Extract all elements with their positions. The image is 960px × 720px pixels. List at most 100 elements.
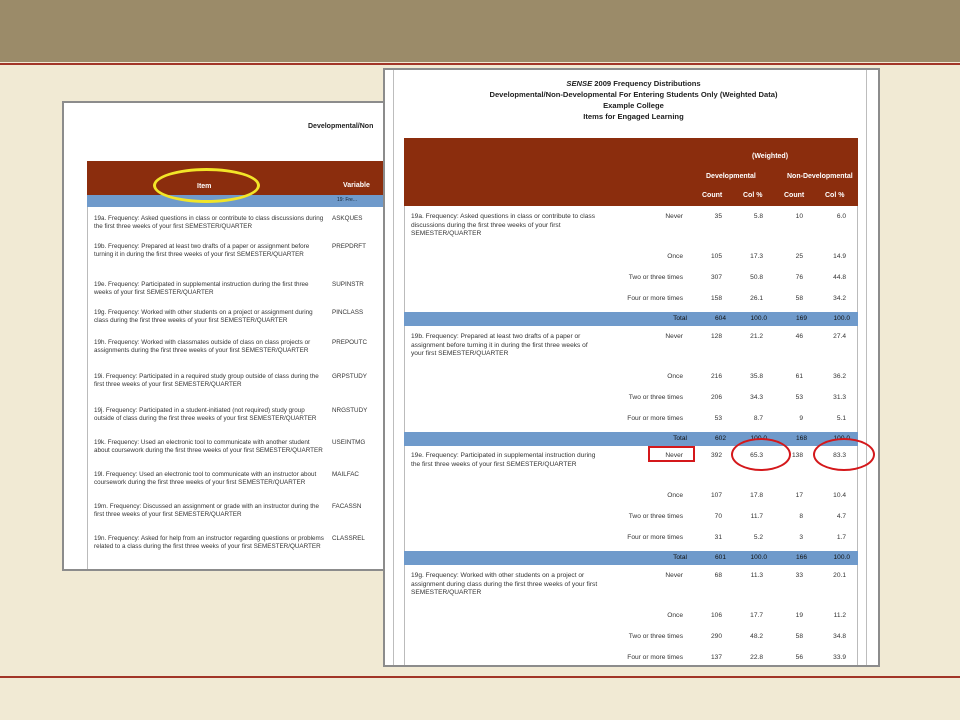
back-doc-item-text: 19e. Frequency: Participated in suppleme… <box>94 281 309 296</box>
dev-count: 35 <box>714 213 722 220</box>
total-label: Total <box>673 435 687 442</box>
dev-count: 107 <box>710 492 722 499</box>
nondev-count: 138 <box>791 452 803 459</box>
dev-col-pct: 50.8 <box>750 274 763 281</box>
nondev-count: 3 <box>799 534 803 541</box>
nondev-col-pct: 34.8 <box>833 633 846 640</box>
slide-bottom-rule <box>0 676 960 678</box>
frequency-distribution-document: SENSE 2009 Frequency Distributions Devel… <box>383 68 880 667</box>
dev-count: 216 <box>710 373 722 380</box>
total-label: Total <box>673 554 687 561</box>
nondev-count: 9 <box>799 415 803 422</box>
back-doc-variable: SUPINSTR <box>332 281 364 288</box>
item-highlight-ellipse <box>153 168 260 203</box>
total-nondev-count: 169 <box>795 315 807 322</box>
dev-col-pct: 34.3 <box>750 394 763 401</box>
back-doc-variable: CLASSREL <box>332 535 365 542</box>
dev-count: 137 <box>710 654 722 661</box>
title-sense: SENSE <box>566 79 593 88</box>
back-doc-variable: PREPOUTC <box>332 339 367 346</box>
back-doc-variable: MAILFAC <box>332 471 359 478</box>
question-text: 19b. Frequency: Prepared at least two dr… <box>411 333 588 358</box>
back-doc-item-text: 19b. Frequency: Prepared at least two dr… <box>94 243 310 258</box>
nondev-col-pct: 34.2 <box>833 295 846 302</box>
title-rest: 2009 Frequency Distributions <box>592 79 701 88</box>
nondev-col-pct: 36.2 <box>833 373 846 380</box>
nondev-count: 56 <box>795 654 803 661</box>
total-dev-count: 604 <box>714 315 726 322</box>
nondev-count: 46 <box>795 333 803 340</box>
nondev-count: 58 <box>795 633 803 640</box>
back-doc-item-text: 19k. Frequency: Used an electronic tool … <box>94 439 323 454</box>
nondev-count: 58 <box>795 295 803 302</box>
header-colpct-dev: Col % <box>743 192 763 199</box>
nondev-col-pct: 1.7 <box>836 534 846 541</box>
dev-col-pct: 22.8 <box>750 654 763 661</box>
dev-col-pct: 26.1 <box>750 295 763 302</box>
response-label: Four or more times <box>627 415 683 422</box>
nondev-pct-highlight-ellipse <box>813 438 875 471</box>
back-doc-variable: PINCLASS <box>332 309 364 316</box>
total-dev-pct: 100.0 <box>750 554 767 561</box>
dev-col-pct: 5.8 <box>753 213 763 220</box>
never-highlight-box <box>648 446 695 462</box>
back-doc-item-text: 19l. Frequency: Used an electronic tool … <box>94 471 317 486</box>
dev-count: 105 <box>710 253 722 260</box>
title-line-2: Developmental/Non-Developmental For Ente… <box>489 90 778 99</box>
back-doc-item-text: 19h. Frequency: Worked with classmates o… <box>94 339 311 354</box>
question-text: 19g. Frequency: Worked with other studen… <box>411 572 598 597</box>
total-dev-pct: 100.0 <box>750 315 767 322</box>
nondev-count: 33 <box>795 572 803 579</box>
response-label: Four or more times <box>627 534 683 541</box>
nondev-col-pct: 10.4 <box>833 492 846 499</box>
dev-count: 158 <box>710 295 722 302</box>
dev-count: 290 <box>710 633 722 640</box>
document-titles: SENSE 2009 Frequency Distributions Devel… <box>385 78 878 122</box>
total-nondev-pct: 100.0 <box>833 315 850 322</box>
response-label: Two or three times <box>628 394 683 401</box>
total-row: Total 601 100.0 166 100.0 <box>404 551 858 565</box>
nondev-col-pct: 6.0 <box>836 213 846 220</box>
header-count-dev: Count <box>702 192 723 199</box>
nondev-count: 25 <box>795 253 803 260</box>
title-line-4: Items for Engaged Learning <box>583 112 684 121</box>
title-line-1: SENSE 2009 Frequency Distributions <box>385 78 878 89</box>
total-label: Total <box>673 315 687 322</box>
response-label: Once <box>667 492 683 499</box>
nondev-col-pct: 44.8 <box>833 274 846 281</box>
total-nondev-pct: 100.0 <box>833 554 850 561</box>
response-label: Never <box>665 572 683 579</box>
total-nondev-count: 168 <box>795 435 807 442</box>
response-label: Four or more times <box>627 295 683 302</box>
back-doc-variable: USEINTMG <box>332 439 366 446</box>
response-label: Once <box>667 253 683 260</box>
dev-col-pct: 11.3 <box>750 572 763 579</box>
back-doc-rule <box>87 207 88 569</box>
back-doc-item-text: 19g. Frequency: Worked with other studen… <box>94 309 313 324</box>
back-doc-variable: PREPDRFT <box>332 243 366 250</box>
dev-col-pct: 17.3 <box>750 253 763 260</box>
nondev-col-pct: 14.9 <box>833 253 846 260</box>
back-doc-item-text: 19i. Frequency: Participated in a requir… <box>94 373 319 388</box>
dev-col-pct: 17.8 <box>750 492 763 499</box>
back-doc-item-text: 19a. Frequency: Asked questions in class… <box>94 215 324 230</box>
nondev-col-pct: 33.9 <box>833 654 846 661</box>
table-header: (Weighted) Developmental Non-Development… <box>404 138 858 206</box>
back-doc-variable: NRGSTUDY <box>332 407 368 414</box>
question-text: 19a. Frequency: Asked questions in class… <box>411 213 595 238</box>
doc-margin-right <box>866 70 867 665</box>
total-row: Total 602 100.0 168 100.0 <box>404 432 858 446</box>
nondev-col-pct: 4.7 <box>836 513 846 520</box>
nondev-count: 61 <box>795 373 803 380</box>
dev-col-pct: 11.7 <box>750 513 763 520</box>
dev-col-pct: 8.7 <box>753 415 763 422</box>
back-doc-item-text: 19n. Frequency: Asked for help from an i… <box>94 535 324 550</box>
nondev-count: 53 <box>795 394 803 401</box>
nondev-count: 76 <box>795 274 803 281</box>
nondev-col-pct: 27.4 <box>833 333 846 340</box>
back-doc-variable: ASKQUES <box>332 215 363 222</box>
back-doc-variable: FACASSN <box>332 503 362 510</box>
dev-pct-highlight-ellipse <box>731 438 791 471</box>
total-dev-count: 602 <box>714 435 726 442</box>
dev-col-pct: 35.8 <box>750 373 763 380</box>
